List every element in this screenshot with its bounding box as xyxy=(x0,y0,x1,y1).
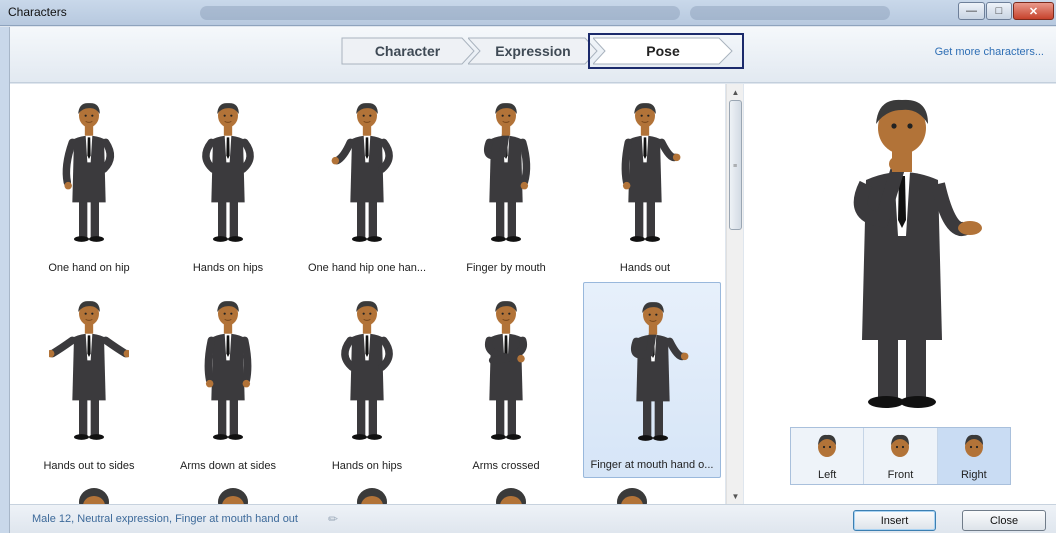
face-right-icon xyxy=(964,434,983,457)
scroll-thumb[interactable]: ≡ xyxy=(729,100,742,230)
pose-figure xyxy=(485,301,527,440)
pose-figure xyxy=(341,301,393,440)
face-front-icon xyxy=(891,434,910,457)
partial-pose-row xyxy=(79,488,647,504)
pose-figure xyxy=(204,301,252,440)
get-more-characters-link[interactable]: Get more characters... xyxy=(935,46,1044,58)
scroll-grip-icon: ≡ xyxy=(733,163,738,170)
close-button[interactable]: Close xyxy=(962,510,1046,531)
character-preview: Left Front Right xyxy=(744,84,1056,504)
pose-label: Hands on hips xyxy=(331,460,403,472)
view-angle-selector: Left Front Right xyxy=(790,427,1011,485)
pose-tile[interactable]: One hand hip one han... xyxy=(298,84,436,280)
face-left-icon xyxy=(818,434,836,457)
pose-tile[interactable]: Hands out xyxy=(576,84,714,280)
active-step-highlight xyxy=(588,33,744,69)
pose-label: Arms down at sides xyxy=(180,460,276,472)
minimize-button[interactable]: — xyxy=(958,2,985,20)
pose-tile[interactable]: One hand on hip xyxy=(20,84,158,280)
scroll-up-arrow[interactable]: ▲ xyxy=(727,84,744,100)
pose-tile[interactable]: Finger by mouth xyxy=(437,84,575,280)
pose-tile[interactable]: Hands on hips xyxy=(159,84,297,280)
pose-figure xyxy=(62,103,114,242)
view-left-button[interactable]: Left xyxy=(791,428,865,484)
view-right-label: Right xyxy=(960,469,987,481)
pose-figure xyxy=(202,103,254,242)
window-close-button[interactable]: ✕ xyxy=(1013,2,1054,20)
step-character[interactable]: Character xyxy=(340,37,475,65)
view-front-button[interactable]: Front xyxy=(864,428,938,484)
step-expression[interactable]: Expression xyxy=(468,37,598,65)
pose-label: Finger at mouth hand o... xyxy=(590,459,714,471)
pose-tile-selected[interactable]: Finger at mouth hand o... xyxy=(583,282,721,478)
pose-label: Arms crossed xyxy=(472,460,540,472)
pose-grid-scrollbar[interactable]: ▲ ≡ ▼ xyxy=(726,84,743,504)
selection-status: Male 12, Neutral expression, Finger at m… xyxy=(32,513,298,525)
title-bar: Characters — □ ✕ xyxy=(0,0,1056,26)
window-border xyxy=(0,27,10,533)
blurred-taskbar-strip xyxy=(200,6,680,20)
pose-figure xyxy=(331,103,393,242)
pose-label: One hand on hip xyxy=(48,262,130,274)
pose-tile[interactable]: Hands on hips xyxy=(298,282,436,478)
step-character-label: Character xyxy=(374,43,441,59)
view-right-button[interactable]: Right xyxy=(937,428,1010,484)
pose-figure xyxy=(483,103,531,242)
preview-figure xyxy=(853,99,982,408)
wizard-header: Character Expression Pose Get more chara… xyxy=(10,27,1056,83)
pose-grid: One hand on hip Hands on hips One hand h… xyxy=(10,84,725,504)
pose-figure xyxy=(630,302,689,441)
view-left-label: Left xyxy=(817,469,837,481)
scroll-down-arrow[interactable]: ▼ xyxy=(727,488,744,504)
step-expression-label: Expression xyxy=(495,43,571,59)
pose-label: Finger by mouth xyxy=(466,262,546,274)
window-title: Characters xyxy=(8,5,67,19)
pose-tile[interactable]: Hands out to sides xyxy=(20,282,158,478)
maximize-button[interactable]: □ xyxy=(986,2,1012,20)
pose-tile[interactable]: Arms down at sides xyxy=(159,282,297,478)
pencil-edit-icon[interactable]: ✏ xyxy=(328,512,338,526)
insert-button[interactable]: Insert xyxy=(853,510,936,531)
pose-label: Hands out xyxy=(619,262,671,274)
pose-tile[interactable]: Arms crossed xyxy=(437,282,575,478)
pose-figure xyxy=(49,301,129,440)
pose-label: One hand hip one han... xyxy=(307,262,427,274)
view-front-label: Front xyxy=(887,469,914,481)
blurred-taskbar-strip-2 xyxy=(690,6,890,20)
pose-label: Hands on hips xyxy=(192,262,264,274)
pose-label: Hands out to sides xyxy=(43,460,135,472)
footer-bar: Male 12, Neutral expression, Finger at m… xyxy=(10,504,1056,533)
pose-figure xyxy=(621,103,681,242)
